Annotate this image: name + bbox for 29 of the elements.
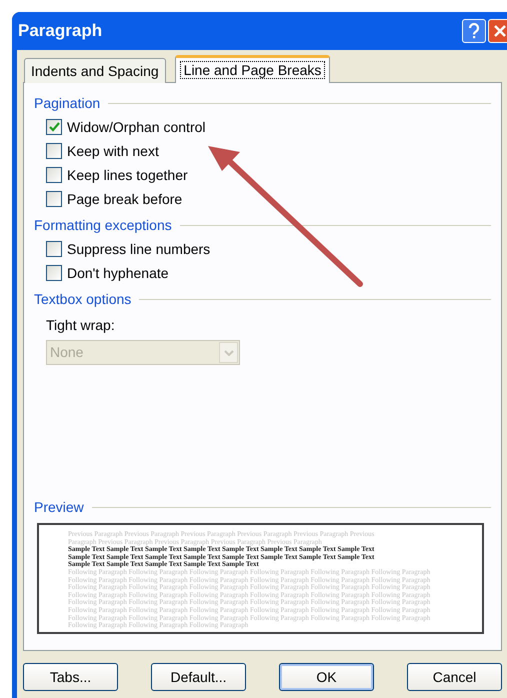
dialog-button[interactable]: OK	[279, 663, 374, 691]
checkbox-label: Keep lines together	[67, 166, 188, 185]
checkbox-label: Page break before	[67, 190, 182, 209]
checkbox[interactable]	[46, 265, 62, 281]
close-button[interactable]	[488, 19, 507, 43]
dialog-button[interactable]: Cancel	[407, 663, 502, 691]
checkbox-label: Widow/Orphan control	[67, 118, 206, 137]
checkbox-label: Don't hyphenate	[67, 264, 169, 283]
tab[interactable]: Line and Page Breaks	[174, 55, 330, 83]
section-heading: Pagination	[34, 94, 100, 113]
checkbox-label: Suppress line numbers	[67, 240, 210, 259]
close-icon	[493, 24, 507, 38]
help-button[interactable]	[462, 19, 486, 43]
checkbox[interactable]	[46, 241, 62, 257]
help-icon	[468, 23, 480, 39]
field-label: Tight wrap:	[46, 316, 115, 335]
dialog-button[interactable]: Tabs...	[23, 663, 118, 691]
chevron-icon	[224, 350, 234, 356]
section-heading: Formatting exceptions	[34, 216, 172, 235]
checkbox[interactable]	[46, 143, 62, 159]
dialog-button[interactable]: Default...	[151, 663, 246, 691]
section-heading: Textbox options	[34, 290, 132, 309]
checkbox[interactable]	[46, 191, 62, 207]
checkbox-label: Keep with next	[67, 142, 159, 161]
checkbox[interactable]	[46, 167, 62, 183]
tab[interactable]: Indents and Spacing	[24, 58, 166, 83]
section-heading: Preview	[34, 498, 84, 516]
window-title: Paragraph	[18, 20, 104, 42]
checkbox[interactable]	[46, 119, 62, 135]
